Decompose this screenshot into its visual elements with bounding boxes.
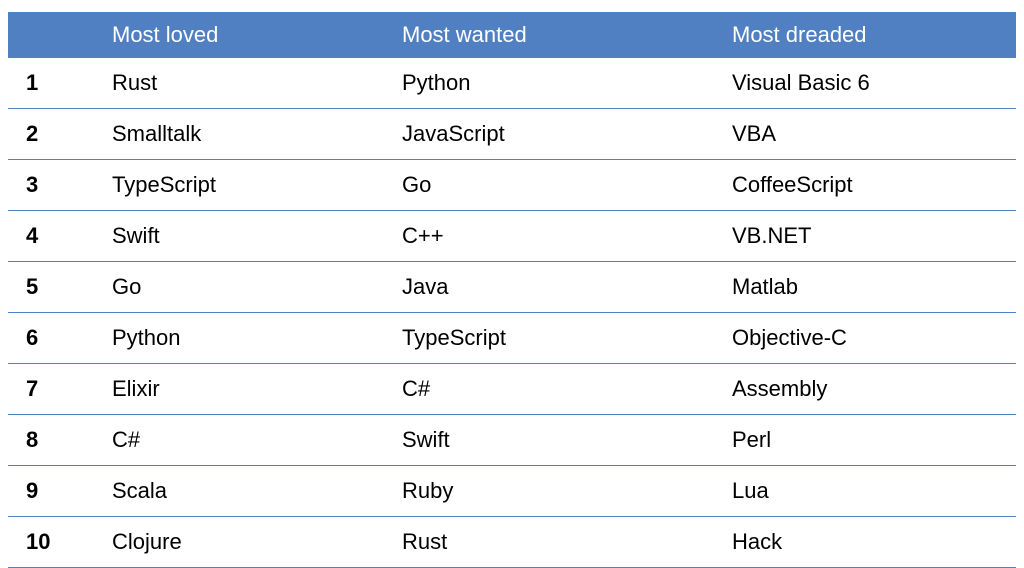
cell-dreaded: CoffeeScript bbox=[728, 160, 1016, 211]
cell-rank: 9 bbox=[8, 466, 108, 517]
cell-rank: 7 bbox=[8, 364, 108, 415]
cell-loved: Swift bbox=[108, 211, 398, 262]
cell-wanted: C++ bbox=[398, 211, 728, 262]
table-row: 4 Swift C++ VB.NET bbox=[8, 211, 1016, 262]
table-row: 9 Scala Ruby Lua bbox=[8, 466, 1016, 517]
table-body: 1 Rust Python Visual Basic 6 2 Smalltalk… bbox=[8, 58, 1016, 568]
cell-dreaded: Perl bbox=[728, 415, 1016, 466]
header-loved: Most loved bbox=[108, 12, 398, 58]
cell-rank: 1 bbox=[8, 58, 108, 109]
table-row: 8 C# Swift Perl bbox=[8, 415, 1016, 466]
cell-loved: Python bbox=[108, 313, 398, 364]
table-row: 6 Python TypeScript Objective-C bbox=[8, 313, 1016, 364]
cell-rank: 10 bbox=[8, 517, 108, 568]
cell-loved: Clojure bbox=[108, 517, 398, 568]
cell-loved: Scala bbox=[108, 466, 398, 517]
table-header-row: Most loved Most wanted Most dreaded bbox=[8, 12, 1016, 58]
table-row: 2 Smalltalk JavaScript VBA bbox=[8, 109, 1016, 160]
table-row: 1 Rust Python Visual Basic 6 bbox=[8, 58, 1016, 109]
cell-loved: Rust bbox=[108, 58, 398, 109]
cell-loved: TypeScript bbox=[108, 160, 398, 211]
cell-dreaded: Objective-C bbox=[728, 313, 1016, 364]
table-row: 7 Elixir C# Assembly bbox=[8, 364, 1016, 415]
cell-dreaded: Lua bbox=[728, 466, 1016, 517]
cell-rank: 5 bbox=[8, 262, 108, 313]
cell-wanted: TypeScript bbox=[398, 313, 728, 364]
cell-rank: 6 bbox=[8, 313, 108, 364]
table-row: 10 Clojure Rust Hack bbox=[8, 517, 1016, 568]
language-ranking-table: Most loved Most wanted Most dreaded 1 Ru… bbox=[8, 12, 1016, 568]
cell-dreaded: VB.NET bbox=[728, 211, 1016, 262]
cell-dreaded: Hack bbox=[728, 517, 1016, 568]
cell-loved: C# bbox=[108, 415, 398, 466]
cell-loved: Elixir bbox=[108, 364, 398, 415]
cell-wanted: Python bbox=[398, 58, 728, 109]
cell-wanted: Java bbox=[398, 262, 728, 313]
cell-wanted: C# bbox=[398, 364, 728, 415]
cell-wanted: Ruby bbox=[398, 466, 728, 517]
cell-rank: 3 bbox=[8, 160, 108, 211]
cell-wanted: Rust bbox=[398, 517, 728, 568]
cell-wanted: JavaScript bbox=[398, 109, 728, 160]
cell-wanted: Swift bbox=[398, 415, 728, 466]
cell-loved: Go bbox=[108, 262, 398, 313]
cell-dreaded: Visual Basic 6 bbox=[728, 58, 1016, 109]
table-row: 5 Go Java Matlab bbox=[8, 262, 1016, 313]
table-row: 3 TypeScript Go CoffeeScript bbox=[8, 160, 1016, 211]
cell-rank: 2 bbox=[8, 109, 108, 160]
cell-dreaded: Matlab bbox=[728, 262, 1016, 313]
cell-rank: 4 bbox=[8, 211, 108, 262]
cell-wanted: Go bbox=[398, 160, 728, 211]
cell-rank: 8 bbox=[8, 415, 108, 466]
header-rank bbox=[8, 12, 108, 58]
header-wanted: Most wanted bbox=[398, 12, 728, 58]
cell-loved: Smalltalk bbox=[108, 109, 398, 160]
header-dreaded: Most dreaded bbox=[728, 12, 1016, 58]
cell-dreaded: VBA bbox=[728, 109, 1016, 160]
cell-dreaded: Assembly bbox=[728, 364, 1016, 415]
